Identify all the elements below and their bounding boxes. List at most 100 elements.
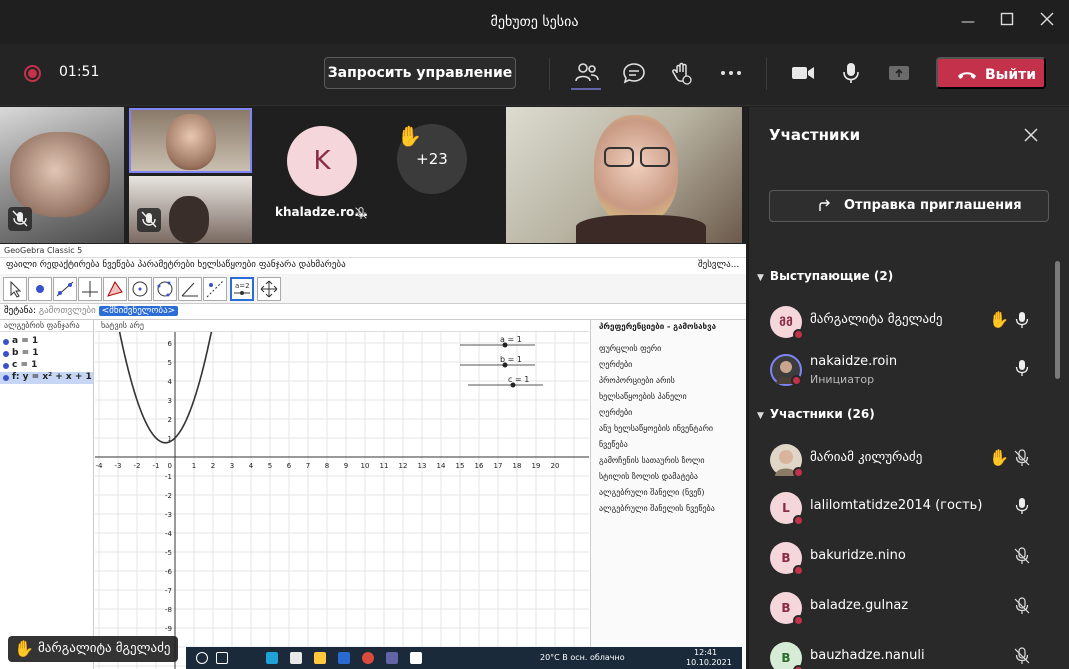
x-tick-label: 13 xyxy=(418,462,427,470)
participant-row[interactable]: nakaidze.roin Инициатор xyxy=(749,345,1059,393)
x-tick-label: 11 xyxy=(380,462,389,470)
x-tick-label: 10 xyxy=(361,462,370,470)
participant-avatar[interactable]: K xyxy=(287,126,357,196)
chevron-down-icon: ▼ xyxy=(757,273,764,283)
avatar: მმ xyxy=(770,306,804,340)
preferences-item[interactable]: გამოჩენის სათაურის ზოლი xyxy=(599,456,705,465)
algebra-item[interactable]: a = 1 xyxy=(0,336,93,348)
participant-row[interactable]: მმ მარგალიტა მგელაძე ✋ xyxy=(749,297,1059,345)
app-menu-bar: ფაილი რედაქტირება ნვეწება პარამეტრები ხე… xyxy=(0,259,746,273)
preferences-item[interactable]: ღერძები xyxy=(599,408,632,417)
input-value-tag[interactable]: <მნიშვნელობა> xyxy=(98,306,179,316)
preferences-item[interactable]: ხელსაწყოების პანელი xyxy=(599,392,687,401)
send-invite-button[interactable]: Отправка приглашения xyxy=(769,190,1049,222)
participant-name: მარგალიტა მგელაძე xyxy=(810,312,943,327)
graphics-view[interactable]: -4 -3 -2 -1 1 2 3 4 5 6 7 8 9 10 11 12 13 14 15 16 17 18 19 200… xyxy=(95,332,589,669)
preferences-item[interactable]: ფურცლის ფერი xyxy=(599,344,661,353)
preferences-item[interactable]: პროპორციები არის xyxy=(599,376,675,385)
maximize-icon[interactable] xyxy=(997,12,1017,32)
participant-row[interactable]: B baladze.gulnaz xyxy=(749,583,1059,631)
algebra-item[interactable]: b = 1 xyxy=(0,348,93,360)
task-view-icon[interactable] xyxy=(216,652,228,664)
camera-icon[interactable] xyxy=(790,60,816,86)
avatar xyxy=(770,354,802,386)
circle-tool-icon[interactable] xyxy=(128,277,152,301)
participant-row[interactable]: B bauzhadze.nanuli xyxy=(749,633,1059,669)
edge-icon[interactable] xyxy=(266,652,278,664)
chevron-down-icon: ▼ xyxy=(757,411,764,421)
slider-tool-icon[interactable]: a=2 xyxy=(230,277,254,301)
svg-text:a=2: a=2 xyxy=(235,282,250,290)
move-tool-icon[interactable] xyxy=(3,277,27,301)
participant-row[interactable]: მარიამ კილურაძე ✋ xyxy=(749,435,1059,483)
sign-in-link[interactable]: შესვლა... xyxy=(698,260,739,270)
participant-name: მარიამ კილურაძე xyxy=(810,450,923,465)
more-options-icon[interactable] xyxy=(718,60,744,86)
panel-title: Участники xyxy=(769,126,861,144)
preferences-item[interactable]: ღერძები xyxy=(599,360,632,369)
reactions-icon[interactable] xyxy=(668,60,694,86)
line-tool-icon[interactable] xyxy=(53,277,77,301)
angle-tool-icon[interactable] xyxy=(178,277,202,301)
raised-hand-notification: ✋ მარგალიტა მგელაძე xyxy=(8,636,179,662)
participant-row[interactable]: B bakuridze.nino xyxy=(749,533,1059,581)
attendees-section-header[interactable]: ▼ Участники (26) xyxy=(757,407,875,421)
participant-video[interactable] xyxy=(0,107,124,243)
participant-name: bauzhadze.nanuli xyxy=(810,648,925,663)
preferences-item[interactable]: სტილის ზოლის დამატება xyxy=(599,472,698,481)
x-tick-label: 5 xyxy=(268,462,272,470)
x-tick-label: 6 xyxy=(287,462,292,470)
microphone-icon xyxy=(1015,360,1029,376)
participant-row[interactable]: L lalilomtatidze2014 (гость) xyxy=(749,483,1059,531)
reflect-tool-icon[interactable] xyxy=(203,277,227,301)
mail-icon[interactable] xyxy=(338,652,350,664)
y-tick-label: -7 xyxy=(165,587,172,595)
mic-off-icon xyxy=(355,207,367,219)
share-arrow-icon xyxy=(819,199,830,211)
presenters-section-header[interactable]: ▼ Выступающие (2) xyxy=(757,269,893,283)
x-tick-label: 18 xyxy=(513,462,522,470)
circle-three-points-icon[interactable] xyxy=(153,277,177,301)
preferences-item[interactable]: ალგებრული შანელის ნვეწება xyxy=(599,504,715,513)
point-tool-icon[interactable] xyxy=(28,277,52,301)
chat-icon[interactable] xyxy=(621,60,647,86)
perpendicular-tool-icon[interactable] xyxy=(78,277,102,301)
polygon-tool-icon[interactable] xyxy=(103,277,127,301)
menu-items[interactable]: ფაილი რედაქტირება ნვეწება პარამეტრები ხე… xyxy=(6,260,346,270)
participant-name: baladze.gulnaz xyxy=(810,598,909,613)
folder-icon[interactable] xyxy=(314,652,326,664)
panel-scrollbar[interactable] xyxy=(1055,261,1060,379)
y-tick-label: -6 xyxy=(165,568,173,576)
windows-taskbar: 20°C В осн. облачно 12:41 10.10.2021 xyxy=(186,647,742,669)
geogebra-toolbar: a=2 xyxy=(0,274,746,304)
close-window-icon[interactable] xyxy=(1037,12,1057,32)
preferences-item[interactable]: ანუ ხელსაწყოების ინვენტარი xyxy=(599,424,713,433)
preferences-item[interactable]: ნვეწება xyxy=(599,440,628,449)
store-icon[interactable] xyxy=(290,652,302,664)
x-tick-label: 1 xyxy=(192,462,196,470)
algebra-item[interactable]: c = 1 xyxy=(0,360,93,372)
teams-icon[interactable] xyxy=(386,652,398,664)
preferences-item[interactable]: ალგებრული შანელი (ნვეწ) xyxy=(599,488,705,497)
participant-video[interactable] xyxy=(129,176,252,243)
people-icon[interactable] xyxy=(574,60,600,86)
geogebra-icon[interactable] xyxy=(410,652,422,664)
minimize-icon[interactable]: — xyxy=(958,12,978,32)
request-control-button[interactable]: Запросить управление xyxy=(324,57,516,89)
mic-off-icon xyxy=(1014,449,1030,466)
leave-button[interactable]: Выйти xyxy=(936,57,1046,89)
input-bar[interactable]: შეტანა: გამოთვლები <მნიშვნელობა> xyxy=(0,304,746,320)
close-icon[interactable] xyxy=(1021,125,1041,145)
algebra-item-function[interactable]: f: y = x² + x + 1 xyxy=(0,372,93,384)
chrome-icon[interactable] xyxy=(362,652,374,664)
participant-video[interactable] xyxy=(506,107,742,243)
microphone-icon[interactable] xyxy=(838,60,864,86)
search-icon[interactable] xyxy=(196,652,208,664)
active-speaker-video[interactable] xyxy=(129,108,252,173)
y-tick-label: -5 xyxy=(165,549,172,557)
share-screen-icon[interactable] xyxy=(886,60,912,86)
raised-hand-icon: ✋ xyxy=(989,448,1009,467)
taskbar-time: 12:41 xyxy=(694,648,718,657)
move-view-tool-icon[interactable] xyxy=(257,277,281,301)
function-curve[interactable] xyxy=(114,332,219,444)
